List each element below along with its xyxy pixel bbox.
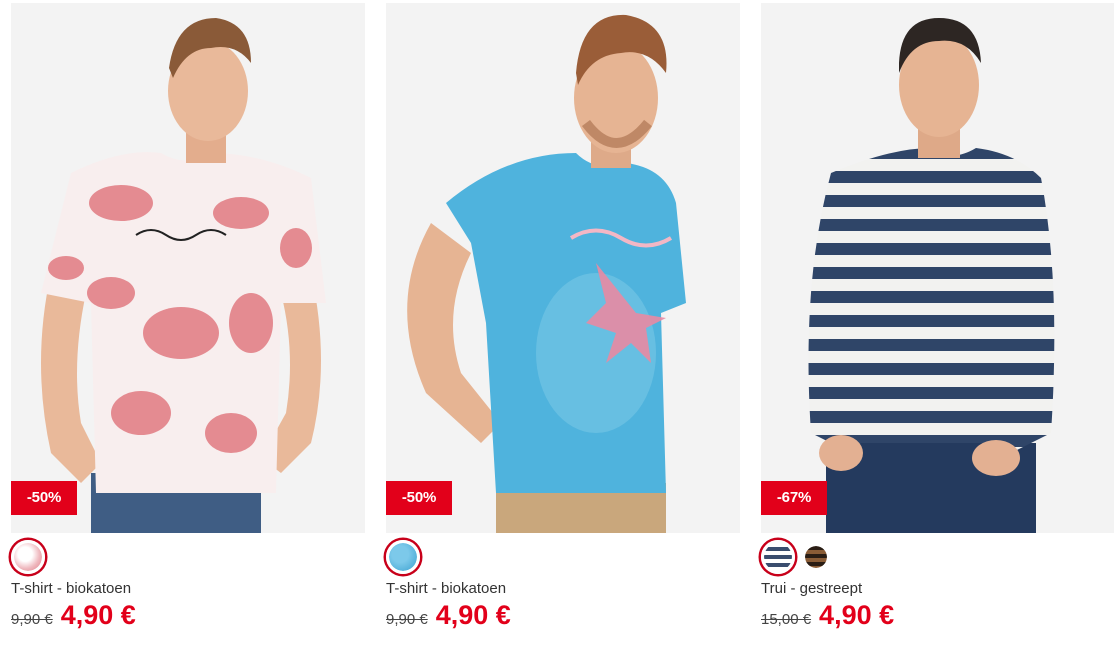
product-image[interactable]: -50% bbox=[11, 3, 365, 533]
product-image[interactable]: -67% bbox=[761, 3, 1114, 533]
price-row: 9,90 € 4,90 € bbox=[11, 600, 136, 636]
price-row: 15,00 € 4,90 € bbox=[761, 600, 894, 636]
discount-badge: -67% bbox=[761, 481, 827, 515]
color-swatch-light-blue[interactable] bbox=[386, 540, 420, 574]
product-title[interactable]: T-shirt - biokatoen bbox=[11, 580, 131, 597]
price-row: 9,90 € 4,90 € bbox=[386, 600, 511, 636]
product-card[interactable]: -67% Trui - gestreept 15,00 € 4,90 € bbox=[761, 0, 1114, 651]
color-swatch-white-red[interactable] bbox=[11, 540, 45, 574]
product-image[interactable]: -50% bbox=[386, 3, 740, 533]
color-swatch-brown-black-stripe[interactable] bbox=[803, 544, 829, 570]
color-swatches bbox=[386, 540, 420, 574]
color-swatches bbox=[11, 540, 45, 574]
product-grid: -50% T-shirt - biokatoen 9,90 € 4,90 € -… bbox=[0, 0, 1114, 651]
old-price: 15,00 € bbox=[761, 611, 812, 628]
discount-badge: -50% bbox=[386, 481, 452, 515]
product-title[interactable]: T-shirt - biokatoen bbox=[386, 580, 506, 597]
color-swatches bbox=[761, 540, 829, 574]
old-price: 9,90 € bbox=[11, 611, 53, 628]
sale-price: 4,90 € bbox=[819, 600, 895, 630]
product-title[interactable]: Trui - gestreept bbox=[761, 580, 862, 597]
discount-badge: -50% bbox=[11, 481, 77, 515]
sale-price: 4,90 € bbox=[435, 600, 511, 630]
product-card[interactable]: -50% T-shirt - biokatoen 9,90 € 4,90 € bbox=[11, 0, 365, 651]
sale-price: 4,90 € bbox=[60, 600, 136, 630]
old-price: 9,90 € bbox=[386, 611, 428, 628]
color-swatch-navy-white-stripe[interactable] bbox=[761, 540, 795, 574]
product-card[interactable]: -50% T-shirt - biokatoen 9,90 € 4,90 € bbox=[386, 0, 740, 651]
